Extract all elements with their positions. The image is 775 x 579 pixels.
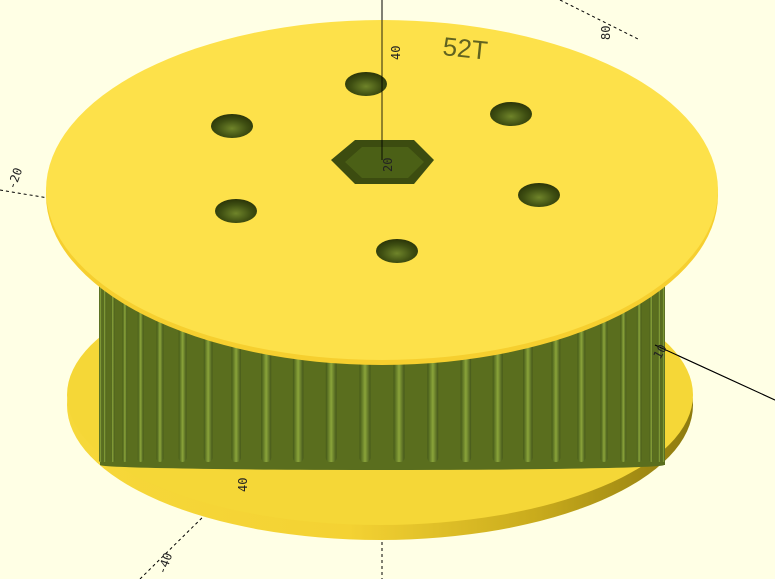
hole-upper-left	[211, 114, 253, 138]
pulley-tooth	[122, 282, 128, 462]
x-tick-label-far: 80	[599, 26, 613, 40]
3d-viewport[interactable]: 52T 40 40 10 80 -20 -40 20	[0, 0, 775, 579]
pulley-tooth	[636, 282, 642, 462]
hole-bottom	[376, 239, 418, 263]
pulley-tooth	[103, 282, 107, 462]
pulley-tooth	[111, 282, 115, 462]
y-tick-label-left: -20	[5, 166, 26, 191]
hole-top	[345, 72, 387, 96]
hole-lower-right	[518, 183, 560, 207]
z-tick-label-upper: 40	[389, 46, 403, 60]
z-tick-label-lower: 40	[236, 478, 250, 492]
pulley-tooth	[99, 282, 102, 462]
pulley-tooth	[657, 282, 661, 462]
render-canvas[interactable]: 52T 40 40 10 80 -20 -40 20	[0, 0, 775, 579]
hole-upper-right	[490, 102, 532, 126]
pulley-tooth	[649, 282, 653, 462]
bottom-tick-label: -40	[155, 551, 176, 576]
pulley-tooth	[662, 282, 665, 462]
center-tick-label: 20	[381, 158, 395, 172]
engraved-tooth-count: 52T	[441, 31, 489, 66]
hole-lower-left	[215, 199, 257, 223]
